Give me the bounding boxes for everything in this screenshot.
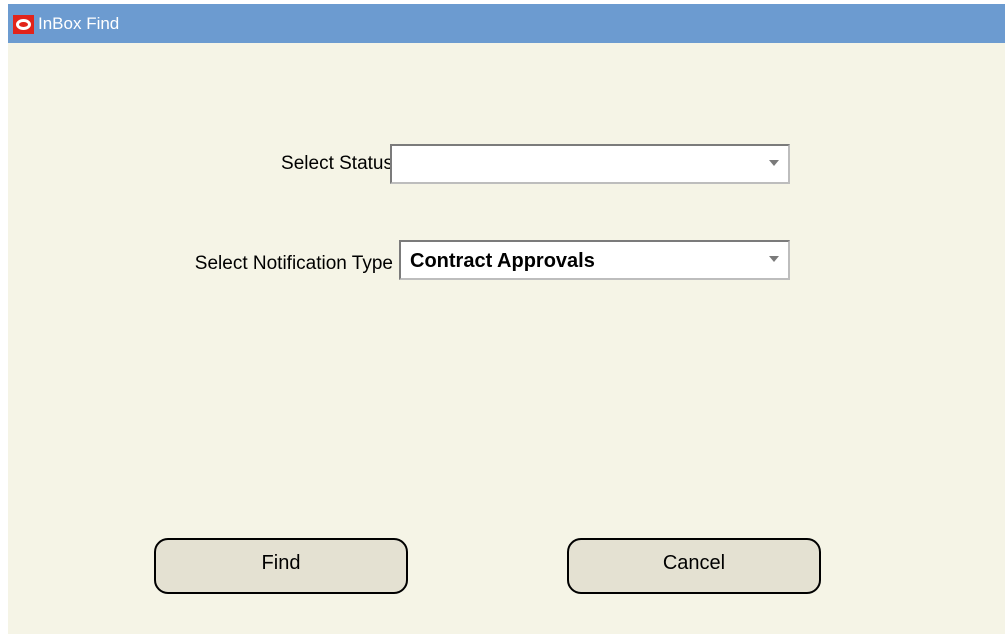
oracle-logo-icon <box>13 15 34 34</box>
chevron-down-icon[interactable] <box>769 160 779 166</box>
notification-type-select[interactable]: Contract Approvals <box>399 240 790 280</box>
status-label: Select Status <box>281 153 393 174</box>
inbox-find-window: InBox Find Select Status Select Notifica… <box>8 4 1005 634</box>
status-select[interactable] <box>390 144 790 184</box>
chevron-down-icon[interactable] <box>769 256 779 262</box>
cancel-button[interactable]: Cancel <box>567 538 821 594</box>
title-bar: InBox Find <box>8 4 1005 43</box>
notification-type-label: Select Notification Type <box>194 253 393 274</box>
find-button[interactable]: Find <box>154 538 408 594</box>
window-title: InBox Find <box>38 14 120 33</box>
notification-type-select-value: Contract Approvals <box>410 250 595 272</box>
